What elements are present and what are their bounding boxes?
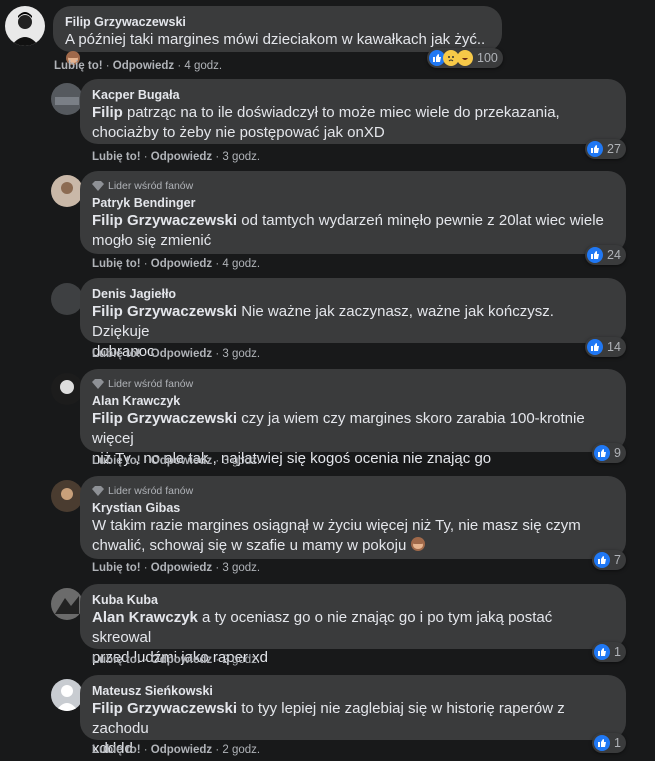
like-button[interactable]: Lubię to! (92, 455, 141, 467)
reply-button[interactable]: Odpowiedz (151, 744, 212, 756)
see-no-evil-monkey-icon (410, 536, 426, 552)
mention-link[interactable]: Filip Grzywaczewski (92, 303, 237, 320)
comment-actions: Lubię to! · Odpowiedz · 4 godz. (54, 60, 223, 72)
like-button[interactable]: Lubię to! (92, 744, 141, 756)
diamond-icon (92, 378, 104, 389)
like-button[interactable]: Lubię to! (92, 348, 141, 360)
reaction-summary[interactable]: 1 (592, 733, 626, 753)
comment-bubble: Kacper Bugała Filip patrząc na to ile do… (80, 79, 626, 144)
like-icon (587, 141, 603, 157)
comment-bubble: Kuba Kuba Alan Krawczyk a ty oceniasz go… (80, 584, 626, 666)
comment-author[interactable]: Alan Krawczyk (92, 393, 614, 409)
comment-author[interactable]: Filip Grzywaczewski (65, 14, 490, 30)
mention-link[interactable]: Alan Krawczyk (92, 609, 198, 626)
like-icon (587, 339, 603, 355)
comment-actions: Lubię to! · Odpowiedz · 3 godz. (92, 151, 261, 163)
timestamp[interactable]: 3 godz. (222, 455, 260, 467)
comment-actions: Lubię to! · Odpowiedz · 3 godz. (92, 455, 261, 467)
comment-text: Filip patrząc na to ile doświadczył to m… (92, 104, 560, 141)
reply-button[interactable]: Odpowiedz (151, 654, 212, 666)
comment-author[interactable]: Krystian Gibas (92, 500, 614, 516)
like-icon (587, 247, 603, 263)
reaction-count: 27 (607, 142, 621, 156)
timestamp[interactable]: 3 godz. (222, 562, 260, 574)
like-button[interactable]: Lubię to! (92, 151, 141, 163)
timestamp[interactable]: 4 godz. (184, 60, 222, 72)
reply-button[interactable]: Odpowiedz (151, 258, 212, 270)
avatar[interactable] (51, 175, 83, 207)
reaction-summary[interactable]: 9 (592, 443, 626, 463)
mention-link[interactable]: Filip Grzywaczewski (92, 212, 237, 229)
comment-bubble: Lider wśród fanów Krystian Gibas W takim… (80, 476, 626, 559)
like-icon (594, 735, 610, 751)
reaction-count: 1 (614, 736, 621, 750)
reaction-summary[interactable]: 100 (427, 48, 503, 68)
like-icon (594, 644, 610, 660)
comment-author[interactable]: Kacper Bugała (92, 87, 614, 103)
avatar[interactable] (5, 6, 45, 46)
comment-bubble: Filip Grzywaczewski A później taki margi… (53, 6, 502, 65)
avatar[interactable] (51, 480, 83, 512)
like-icon (594, 445, 610, 461)
like-button[interactable]: Lubię to! (92, 258, 141, 270)
reaction-summary[interactable]: 24 (585, 245, 626, 265)
comment-bubble: Lider wśród fanów Alan Krawczyk Filip Gr… (80, 369, 626, 467)
comment-author[interactable]: Patryk Bendinger (92, 195, 614, 211)
like-button[interactable]: Lubię to! (54, 60, 103, 72)
like-button[interactable]: Lubię to! (92, 562, 141, 574)
haha-icon (457, 50, 473, 66)
timestamp[interactable]: 2 godz. (222, 744, 260, 756)
comment-actions: Lubię to! · Odpowiedz · 3 godz. (92, 562, 261, 574)
comment-bubble: Denis Jagiełło Filip Grzywaczewski Nie w… (80, 278, 626, 360)
timestamp[interactable]: 3 godz. (222, 151, 260, 163)
comment-actions: Lubię to! · Odpowiedz · 4 godz. (92, 258, 261, 270)
reaction-summary[interactable]: 7 (592, 550, 626, 570)
reaction-count: 1 (614, 645, 621, 659)
avatar[interactable] (51, 283, 83, 315)
comment-author[interactable]: Denis Jagiełło (92, 286, 614, 302)
diamond-icon (92, 180, 104, 191)
mention-link[interactable]: Filip (92, 104, 123, 121)
avatar[interactable] (51, 679, 83, 711)
fan-badge: Lider wśród fanów (92, 484, 614, 497)
reaction-count: 24 (607, 248, 621, 262)
like-icon (594, 552, 610, 568)
fan-badge: Lider wśród fanów (92, 377, 614, 390)
mention-link[interactable]: Filip Grzywaczewski (92, 700, 237, 717)
comment-bubble: Lider wśród fanów Patryk Bendinger Filip… (80, 171, 626, 254)
mention-link[interactable]: Filip Grzywaczewski (92, 410, 237, 427)
avatar[interactable] (51, 373, 83, 405)
timestamp[interactable]: 4 godz. (222, 258, 260, 270)
comment-bubble: Mateusz Sieńkowski Filip Grzywaczewski t… (80, 675, 626, 757)
timestamp[interactable]: 2 godz. (222, 654, 260, 666)
comment-thread: Filip Grzywaczewski A później taki margi… (0, 0, 655, 761)
comment-text: W takim razie margines osiągnął w życiu … (92, 517, 581, 554)
reply-button[interactable]: Odpowiedz (151, 348, 212, 360)
diamond-icon (92, 485, 104, 496)
reaction-count: 100 (477, 51, 498, 65)
reaction-count: 9 (614, 446, 621, 460)
reply-button[interactable]: Odpowiedz (151, 151, 212, 163)
reaction-count: 7 (614, 553, 621, 567)
comment-actions: Lubię to! · Odpowiedz · 2 godz. (92, 654, 261, 666)
reply-button[interactable]: Odpowiedz (151, 562, 212, 574)
comment-actions: Lubię to! · Odpowiedz · 2 godz. (92, 744, 261, 756)
comment-author[interactable]: Mateusz Sieńkowski (92, 683, 614, 699)
reaction-summary[interactable]: 1 (592, 642, 626, 662)
timestamp[interactable]: 3 godz. (222, 348, 260, 360)
reply-button[interactable]: Odpowiedz (151, 455, 212, 467)
avatar[interactable] (51, 588, 83, 620)
comment-author[interactable]: Kuba Kuba (92, 592, 614, 608)
comment-actions: Lubię to! · Odpowiedz · 3 godz. (92, 348, 261, 360)
fan-badge: Lider wśród fanów (92, 179, 614, 192)
reply-button[interactable]: Odpowiedz (113, 60, 174, 72)
comment-text: Filip Grzywaczewski od tamtych wydarzeń … (92, 212, 604, 249)
reaction-summary[interactable]: 27 (585, 139, 626, 159)
avatar[interactable] (51, 83, 83, 115)
reaction-count: 14 (607, 340, 621, 354)
like-button[interactable]: Lubię to! (92, 654, 141, 666)
reaction-summary[interactable]: 14 (585, 337, 626, 357)
